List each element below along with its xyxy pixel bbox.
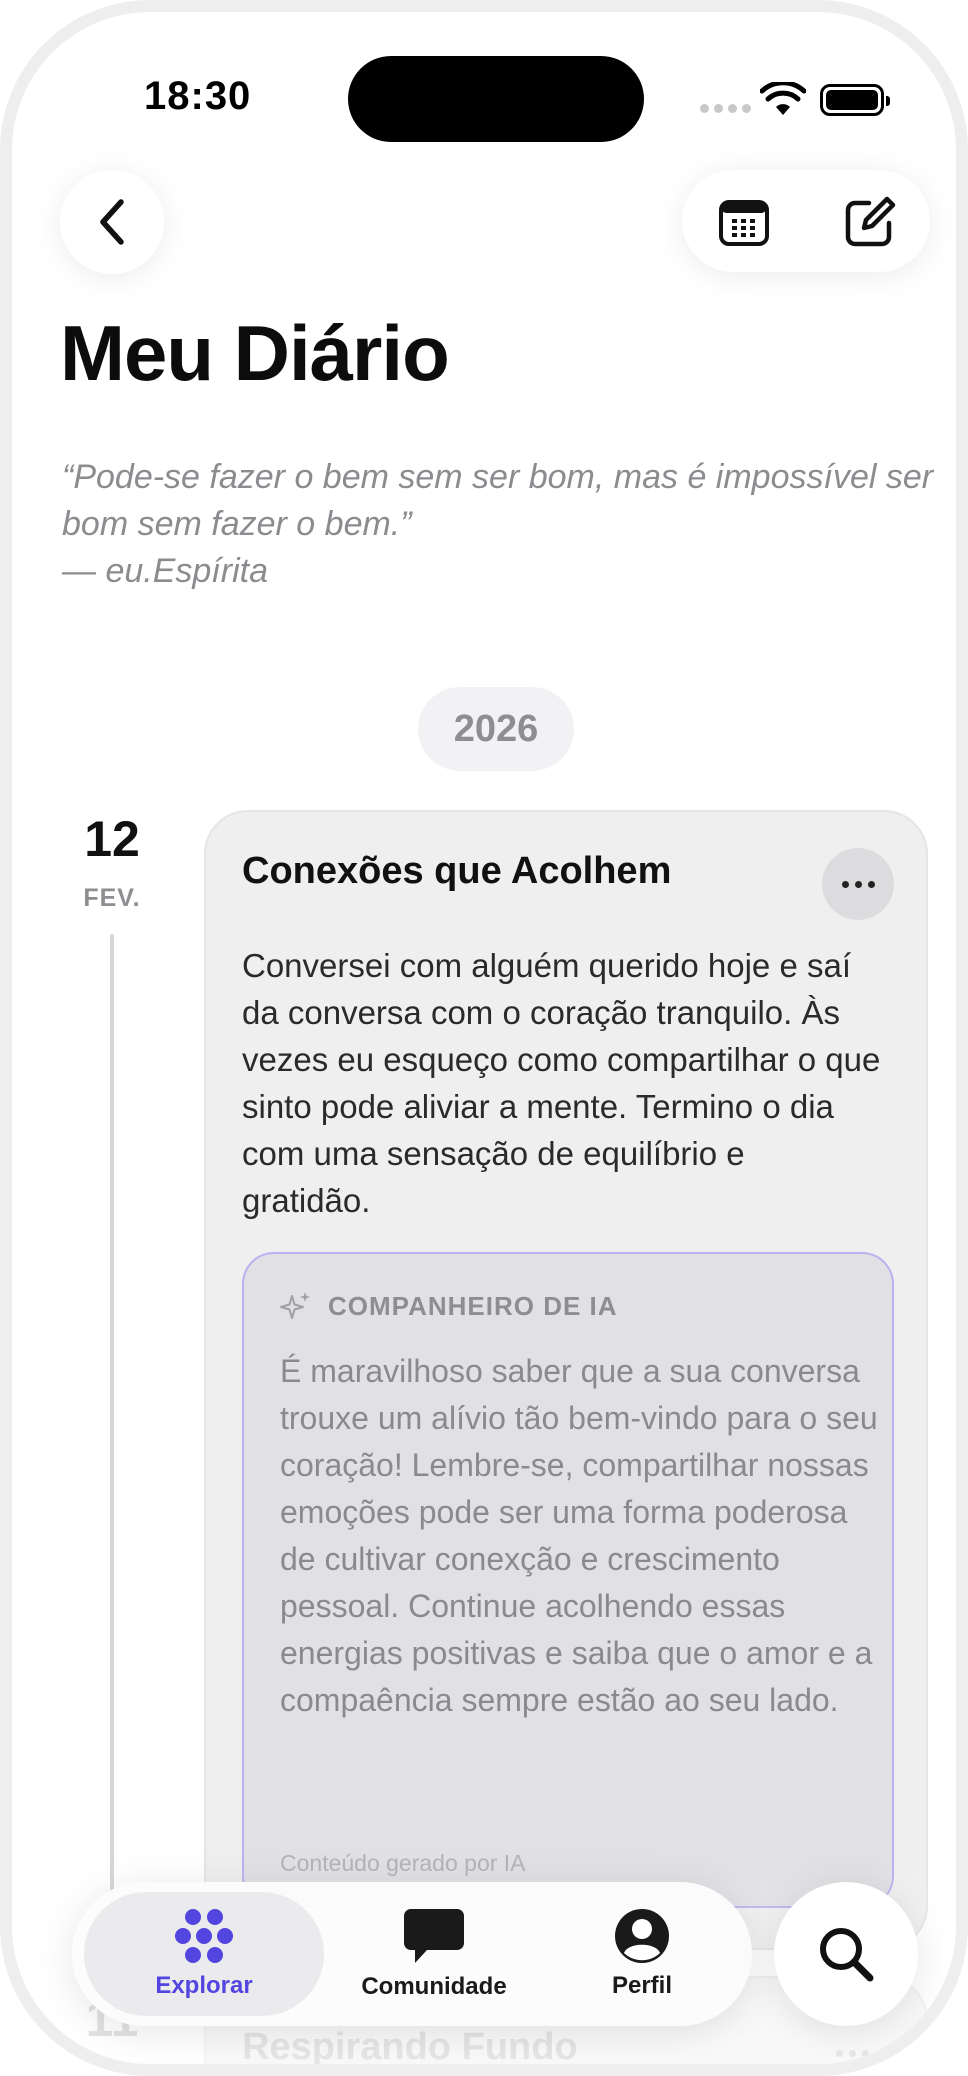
tab-label: Perfil bbox=[611, 1972, 673, 1999]
entry-title: Conexões que Acolhem bbox=[242, 850, 672, 892]
ellipsis-icon bbox=[841, 880, 849, 888]
explore-dots-icon bbox=[175, 1909, 233, 1963]
wifi-icon bbox=[759, 80, 807, 123]
sparkles-icon bbox=[280, 1292, 310, 1319]
daily-quote: “Pode-se fazer o bem sem ser bom, mas é … bbox=[62, 454, 942, 595]
year-badge: 2026 bbox=[418, 687, 574, 771]
phone-frame: 18:30 Meu Diário “Pode-se fazer o bem se… bbox=[0, 0, 968, 2076]
diary-entry-card[interactable]: Conexões que Acolhem Conversei com algué… bbox=[204, 810, 928, 1950]
status-time: 18:30 bbox=[144, 74, 252, 118]
chat-bubble-icon bbox=[404, 1909, 464, 1963]
new-entry-button[interactable] bbox=[842, 194, 898, 250]
tab-explorar[interactable]: Explorar bbox=[84, 1892, 324, 2016]
compose-icon bbox=[845, 196, 896, 247]
page-title: Meu Diário bbox=[60, 309, 450, 397]
more-options-button[interactable] bbox=[836, 2050, 869, 2057]
entry-month: FEV. bbox=[83, 884, 141, 912]
tab-label: Explorar bbox=[155, 1972, 253, 1999]
tab-label: Comunidade bbox=[361, 1973, 507, 2000]
entry-text: Conversei com alguém querido hoje e saí … bbox=[242, 947, 881, 1219]
tab-bar: Explorar Comunidade Perfil bbox=[72, 1882, 752, 2026]
tab-perfil[interactable]: Perfil bbox=[544, 1892, 740, 2016]
ai-disclaimer: Conteúdo gerado por IA bbox=[280, 1850, 526, 1876]
back-button[interactable] bbox=[60, 170, 164, 274]
ai-companion-box: COMPANHEIRO DE IA É maravilhoso saber qu… bbox=[242, 1252, 894, 1908]
tab-comunidade[interactable]: Comunidade bbox=[334, 1892, 534, 2016]
calendar-button[interactable] bbox=[716, 194, 772, 250]
search-button[interactable] bbox=[774, 1882, 918, 2026]
ai-companion-header: COMPANHEIRO DE IA bbox=[280, 1290, 618, 1322]
search-icon bbox=[820, 1928, 874, 1982]
ai-response-text: É maravilhoso saber que a sua conversa t… bbox=[280, 1353, 878, 1718]
cellular-signal-icon bbox=[700, 104, 751, 113]
calendar-icon bbox=[719, 200, 769, 246]
quote-author: — eu.Espírita bbox=[62, 552, 268, 590]
battery-icon bbox=[820, 84, 890, 116]
chevron-left-icon bbox=[100, 199, 124, 245]
person-icon bbox=[615, 1909, 669, 1963]
entry-day: 12 bbox=[84, 811, 140, 867]
entry-title: Respirando Fundo bbox=[242, 2026, 578, 2068]
header-actions bbox=[682, 170, 930, 272]
dynamic-island bbox=[348, 56, 644, 142]
ai-companion-label: COMPANHEIRO DE IA bbox=[328, 1290, 618, 1321]
more-options-button[interactable] bbox=[822, 848, 894, 920]
quote-text: “Pode-se fazer o bem sem ser bom, mas é … bbox=[62, 458, 934, 543]
timeline-line bbox=[110, 934, 114, 2014]
